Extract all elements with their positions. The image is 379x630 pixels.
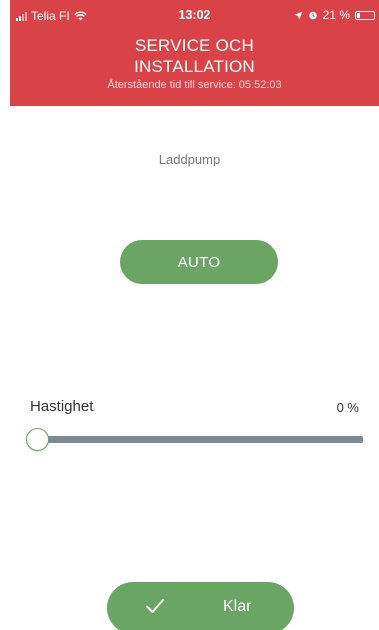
- service-screen: Telia FI 13:02 21 % SERVICE OCH INSTALLA…: [0, 0, 379, 630]
- speed-value: 0 %: [336, 400, 359, 415]
- section-title: Laddpump: [158, 152, 221, 167]
- auto-mode-button[interactable]: AUTO: [120, 240, 278, 284]
- done-button[interactable]: Klar: [107, 582, 294, 630]
- service-countdown: Återstående tid till service: 05:52:03: [107, 79, 282, 91]
- page-title: SERVICE OCH INSTALLATION: [10, 35, 379, 77]
- header-bar: Telia FI 13:02 21 % SERVICE OCH INSTALLA…: [10, 0, 379, 106]
- page-title-line-1: SERVICE OCH: [134, 36, 255, 55]
- done-button-label: Klar: [223, 598, 252, 615]
- speed-slider-track[interactable]: [34, 436, 363, 443]
- location-arrow-icon: [294, 10, 303, 20]
- speed-slider[interactable]: [26, 424, 363, 456]
- battery-percent: 21 %: [322, 8, 350, 22]
- page-title-line-2: INSTALLATION: [134, 57, 255, 76]
- alarm-icon: [308, 11, 317, 20]
- status-bar: Telia FI 13:02 21 %: [10, 0, 379, 26]
- checkmark-icon: [146, 599, 164, 613]
- speed-label: Hastighet: [30, 398, 94, 415]
- speed-slider-thumb[interactable]: [26, 428, 49, 451]
- auto-mode-button-label: AUTO: [177, 253, 221, 271]
- status-bar-right: 21 %: [294, 8, 375, 22]
- battery-icon: [355, 10, 375, 20]
